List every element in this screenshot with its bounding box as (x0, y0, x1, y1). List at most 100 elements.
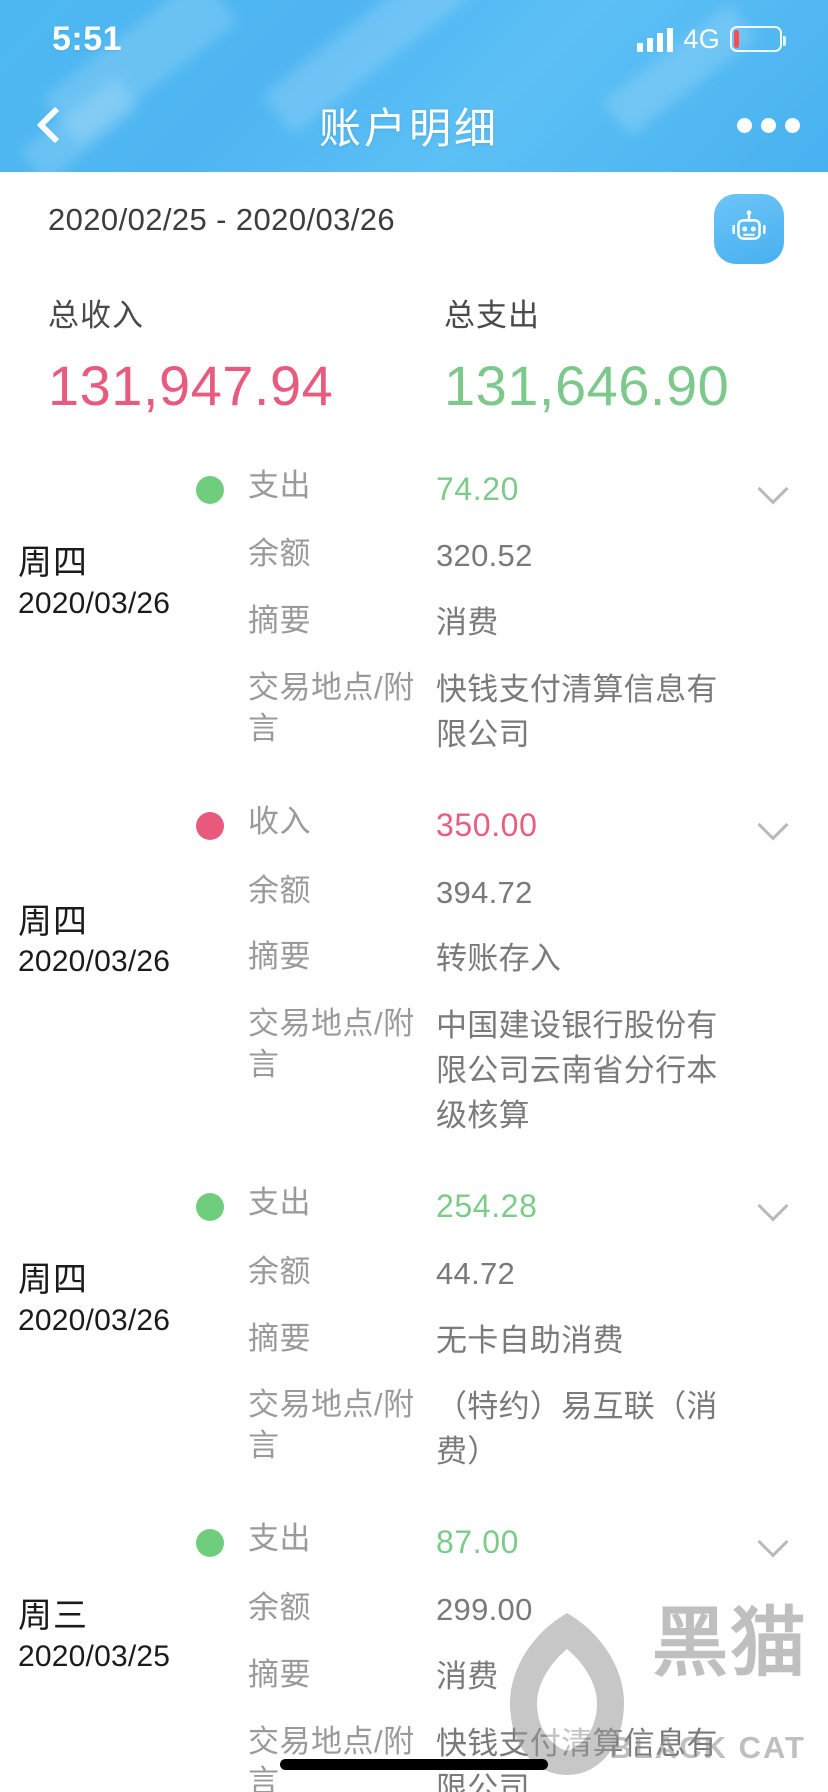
expand-row-button[interactable] (760, 1531, 786, 1557)
total-income-label: 总收入 (48, 298, 144, 333)
date-range-row: 2020/02/25 - 2020/03/26 (0, 194, 828, 264)
status-bar: 5:51 4G (0, 0, 828, 78)
expand-row-button[interactable] (760, 814, 786, 840)
transaction-location-line: 交易地点/附言 快钱支付清算信息有限公司 (248, 1722, 728, 1792)
total-income-block: 总收入 131,947.94 (0, 290, 414, 418)
transaction-fields: 支出 254.28 余额 44.72 摘要 无卡自助消费 交易地点/附言 （特约… (248, 1183, 828, 1475)
transaction-date-value: 2020/03/25 (18, 1639, 171, 1673)
transaction-location-line: 交易地点/附言 快钱支付清算信息有限公司 (248, 668, 728, 758)
network-type-label: 4G (683, 23, 720, 54)
transaction-date-value: 2020/03/26 (18, 1303, 171, 1337)
phone-screen: 5:51 4G 账户明细 2020/02/25 - 2020/03/26 总收入… (0, 0, 828, 1792)
date-range-label[interactable]: 2020/02/25 - 2020/03/26 (48, 194, 395, 238)
transaction-weekday: 周四 (18, 902, 88, 941)
transaction-date: 周四 2020/03/26 (0, 802, 196, 1139)
location-value: 快钱支付清算信息有限公司 (436, 1725, 718, 1792)
transaction-amount: 74.20 (436, 471, 520, 507)
transaction-weekday: 周四 (18, 1261, 88, 1300)
location-value: 中国建设银行股份有限公司云南省分行本级核算 (436, 1008, 718, 1134)
transaction-amount: 350.00 (436, 807, 538, 844)
summary-label: 摘要 (248, 939, 311, 975)
expense-dot-icon (196, 1193, 224, 1222)
table-row[interactable]: 周三 2020/03/25 支出 87.00 余额 299.00 摘要 消费 交… (0, 1497, 828, 1792)
transaction-date-value: 2020/03/26 (18, 945, 171, 979)
balance-value: 394.72 (436, 874, 533, 910)
transaction-type-marker (196, 1183, 248, 1475)
transaction-balance-line: 余额 320.52 (248, 534, 728, 579)
transaction-date-value: 2020/03/26 (18, 586, 171, 620)
total-expense-label: 总支出 (444, 298, 540, 333)
transaction-location-line: 交易地点/附言 中国建设银行股份有限公司云南省分行本级核算 (248, 1004, 728, 1139)
balance-value: 299.00 (436, 1591, 533, 1627)
transaction-amount-line: 支出 74.20 (248, 466, 728, 512)
assistant-button[interactable] (714, 194, 784, 264)
app-header: 5:51 4G 账户明细 (0, 0, 828, 172)
transaction-fields: 收入 350.00 余额 394.72 摘要 转账存入 交易地点/附言 中国建设… (248, 802, 828, 1139)
summary-value: 消费 (436, 605, 499, 641)
transaction-amount-line: 支出 87.00 (248, 1519, 728, 1565)
transaction-amount: 87.00 (436, 1524, 520, 1561)
transaction-balance-line: 余额 394.72 (248, 871, 728, 916)
home-indicator[interactable] (280, 1759, 548, 1770)
transaction-summary-line: 摘要 转账存入 (248, 937, 728, 982)
summary-label: 摘要 (248, 1656, 311, 1692)
transaction-type-label: 支出 (248, 468, 311, 503)
total-expense-value: 131,646.90 (444, 354, 730, 417)
expense-dot-icon (196, 476, 224, 504)
navigation-bar: 账户明细 (0, 78, 828, 172)
transaction-date: 周三 2020/03/25 (0, 1519, 196, 1792)
location-value: （特约）易互联（消费） (436, 1389, 718, 1470)
transaction-type-label: 支出 (248, 1185, 311, 1221)
location-label: 交易地点/附言 (248, 1387, 415, 1463)
balance-value: 44.72 (436, 1255, 516, 1291)
total-income-value: 131,947.94 (48, 354, 334, 417)
transaction-type-label: 支出 (248, 1521, 311, 1557)
transaction-type-marker (196, 1519, 248, 1792)
transaction-amount-line: 收入 350.00 (248, 802, 728, 848)
summary-label: 摘要 (248, 603, 311, 639)
totals-row: 总收入 131,947.94 总支出 131,646.90 (0, 264, 828, 418)
transaction-fields: 支出 74.20 余额 320.52 摘要 消费 交易地点/附言 快钱支付清算信… (248, 466, 828, 758)
transaction-amount-line: 支出 254.28 (248, 1183, 728, 1229)
transaction-type-label: 收入 (248, 804, 311, 840)
expense-dot-icon (196, 1529, 224, 1558)
signal-bars-icon (637, 26, 674, 52)
expand-row-button[interactable] (760, 1195, 786, 1221)
expand-row-button[interactable] (760, 478, 786, 504)
balance-label: 余额 (248, 536, 311, 572)
balance-value: 320.52 (436, 538, 533, 574)
location-value: 快钱支付清算信息有限公司 (436, 672, 718, 753)
summary-value: 转账存入 (436, 941, 562, 977)
status-time: 5:51 (52, 19, 123, 58)
location-label: 交易地点/附言 (248, 1723, 415, 1792)
location-label: 交易地点/附言 (248, 1006, 415, 1082)
robot-assistant-icon (732, 210, 766, 240)
chevron-left-icon (36, 106, 74, 144)
transaction-fields: 支出 87.00 余额 299.00 摘要 消费 交易地点/附言 快钱支付清算信… (248, 1519, 828, 1792)
transaction-weekday: 周四 (18, 544, 88, 583)
more-horizontal-icon (760, 117, 776, 133)
transaction-summary-line: 摘要 无卡自助消费 (248, 1319, 728, 1364)
transaction-type-marker (196, 802, 248, 1139)
back-button[interactable] (0, 78, 110, 172)
transaction-date: 周四 2020/03/26 (0, 466, 196, 758)
transaction-amount: 254.28 (436, 1188, 538, 1225)
transaction-balance-line: 余额 44.72 (248, 1252, 728, 1297)
summary-section: 2020/02/25 - 2020/03/26 总收入 131,947.94 总… (0, 172, 828, 418)
page-title: 账户明细 (318, 104, 499, 152)
transaction-summary-line: 摘要 消费 (248, 1655, 728, 1700)
table-row[interactable]: 周四 2020/03/26 支出 254.28 余额 44.72 摘要 无卡自助… (0, 1161, 828, 1497)
transaction-location-line: 交易地点/附言 （特约）易互联（消费） (248, 1385, 728, 1475)
transaction-weekday: 周三 (18, 1597, 88, 1636)
more-horizontal-icon (736, 117, 752, 133)
balance-label: 余额 (248, 872, 311, 908)
table-row[interactable]: 周四 2020/03/26 收入 350.00 余额 394.72 摘要 转账存… (0, 780, 828, 1161)
more-options-button[interactable] (708, 78, 828, 172)
transaction-type-marker (196, 466, 248, 758)
transaction-list: 周四 2020/03/26 支出 74.20 余额 320.52 摘要 消费 交… (0, 418, 828, 1792)
table-row[interactable]: 周四 2020/03/26 支出 74.20 余额 320.52 摘要 消费 交… (0, 444, 828, 780)
summary-value: 消费 (436, 1658, 499, 1694)
more-horizontal-icon (784, 117, 800, 133)
transaction-balance-line: 余额 299.00 (248, 1588, 728, 1633)
status-indicators: 4G (637, 23, 786, 55)
